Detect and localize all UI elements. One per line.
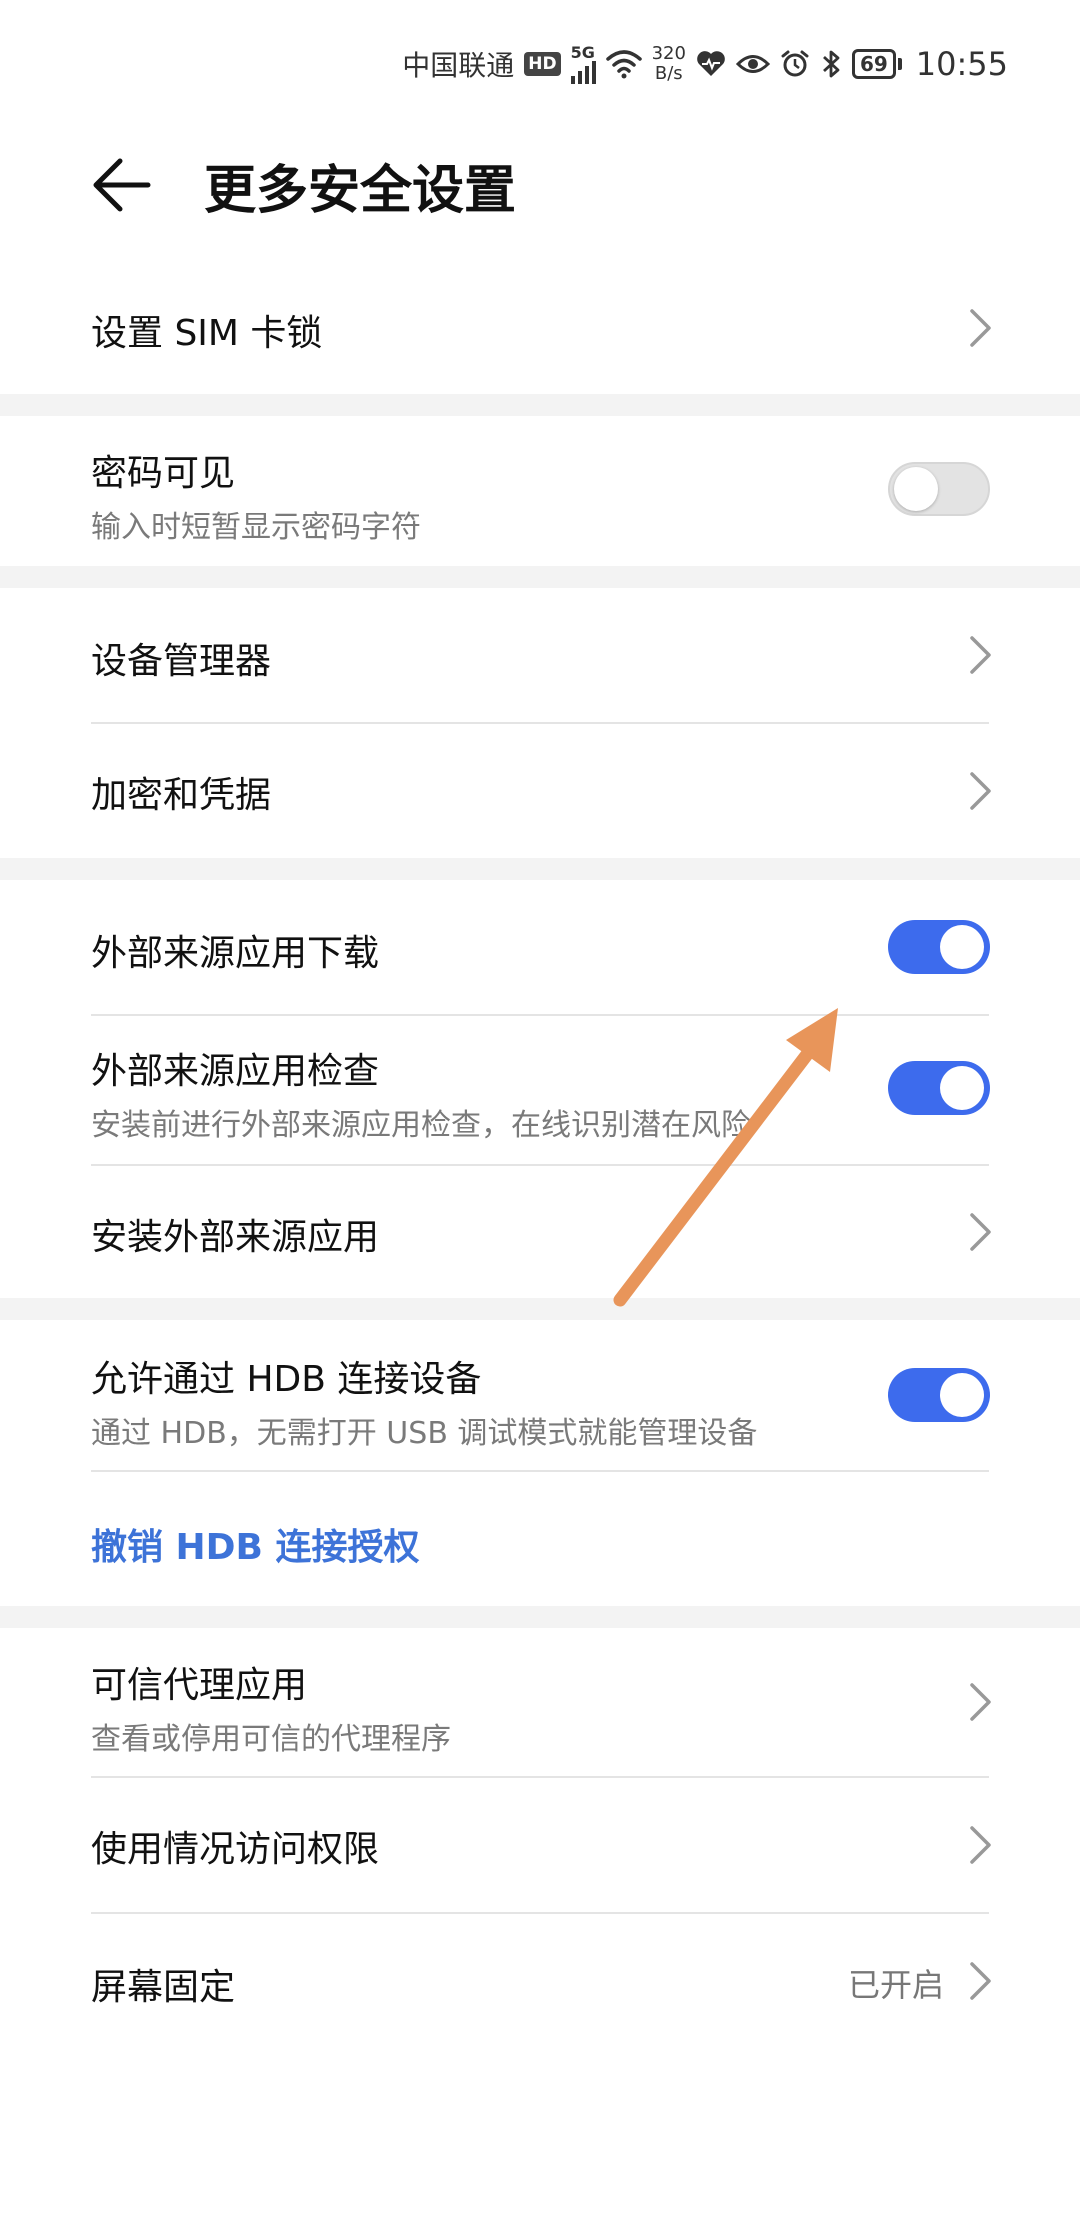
- status-bar: 中国联通 HD 5G 320 B/s 69 10:55: [0, 0, 1080, 120]
- alarm-icon: [781, 50, 809, 77]
- chevron-right-icon: [970, 309, 991, 347]
- network-speed-unit: B/s: [654, 63, 683, 84]
- network-speed-value: 320: [651, 43, 686, 64]
- page-title: 更多安全设置: [204, 161, 517, 221]
- revoke-hdb-link[interactable]: 撤销 HDB 连接授权: [91, 1518, 420, 1570]
- external-check-row[interactable]: 外部来源应用检查 安装前进行外部来源应用检查，在线识别潜在风险: [0, 1016, 1080, 1164]
- trust-agents-desc: 查看或停用可信的代理程序: [91, 1722, 451, 1757]
- external-check-label: 外部来源应用检查: [91, 1051, 380, 1092]
- password-visible-row[interactable]: 密码可见 输入时短暂显示密码字符: [0, 416, 1080, 566]
- chevron-right-icon: [970, 1962, 991, 2000]
- install-external-label: 安装外部来源应用: [91, 1217, 380, 1258]
- install-external-row[interactable]: 安装外部来源应用: [0, 1166, 1080, 1298]
- screen-pinning-label: 屏幕固定: [91, 1967, 236, 2008]
- group-separator: [0, 566, 1080, 588]
- trust-agents-label: 可信代理应用: [91, 1665, 308, 1706]
- encryption-label: 加密和凭据: [91, 775, 272, 816]
- chevron-right-icon: [970, 1826, 991, 1864]
- clock: 10:55: [915, 45, 1008, 83]
- external-download-label: 外部来源应用下载: [91, 933, 380, 974]
- back-arrow-icon: [93, 158, 151, 212]
- cellular-signal-icon: 5G: [570, 42, 596, 84]
- password-visible-label: 密码可见: [91, 453, 236, 494]
- battery-icon: 69: [851, 49, 902, 79]
- encryption-row[interactable]: 加密和凭据: [0, 724, 1080, 858]
- group-separator: [0, 1298, 1080, 1320]
- battery-level: 69: [851, 49, 896, 79]
- hdb-label: 允许通过 HDB 连接设备: [91, 1359, 482, 1400]
- trust-agents-row[interactable]: 可信代理应用 查看或停用可信的代理程序: [0, 1628, 1080, 1776]
- group-separator: [0, 1606, 1080, 1628]
- screen-pinning-status: 已开启: [847, 1966, 944, 2004]
- network-type-label: 5G: [570, 42, 595, 62]
- chevron-right-icon: [970, 1213, 991, 1251]
- wifi-icon: [605, 50, 642, 79]
- eye-icon: [735, 55, 770, 73]
- sim-lock-label: 设置 SIM 卡锁: [91, 313, 323, 354]
- screen-pinning-row[interactable]: 屏幕固定 已开启: [0, 1914, 1080, 2048]
- heart-rate-icon: [697, 51, 725, 76]
- group-separator: [0, 394, 1080, 416]
- chevron-right-icon: [970, 636, 991, 674]
- group-separator: [0, 858, 1080, 880]
- hdb-desc: 通过 HDB，无需打开 USB 调试模式就能管理设备: [91, 1416, 758, 1451]
- device-admin-label: 设备管理器: [91, 641, 272, 682]
- network-speed: 320 B/s: [652, 44, 686, 84]
- carrier-label: 中国联通: [402, 49, 515, 82]
- password-visible-toggle[interactable]: [888, 462, 990, 516]
- hdb-toggle[interactable]: [888, 1368, 990, 1422]
- hd-badge: HD: [524, 52, 561, 76]
- back-button[interactable]: [82, 145, 162, 225]
- chevron-right-icon: [970, 772, 991, 810]
- sim-lock-row[interactable]: 设置 SIM 卡锁: [0, 262, 1080, 394]
- external-download-row[interactable]: 外部来源应用下载: [0, 880, 1080, 1014]
- app-header: 更多安全设置: [0, 120, 1080, 250]
- external-check-toggle[interactable]: [888, 1061, 990, 1115]
- external-download-toggle[interactable]: [888, 920, 990, 974]
- device-admin-row[interactable]: 设备管理器: [0, 588, 1080, 722]
- revoke-hdb-row[interactable]: 撤销 HDB 连接授权: [0, 1472, 1080, 1606]
- hdb-row[interactable]: 允许通过 HDB 连接设备 通过 HDB，无需打开 USB 调试模式就能管理设备: [0, 1320, 1080, 1470]
- external-check-desc: 安装前进行外部来源应用检查，在线识别潜在风险: [91, 1108, 751, 1143]
- password-visible-desc: 输入时短暂显示密码字符: [91, 510, 421, 545]
- chevron-right-icon: [970, 1683, 991, 1721]
- bluetooth-icon: [822, 50, 840, 78]
- usage-access-row[interactable]: 使用情况访问权限: [0, 1778, 1080, 1912]
- usage-access-label: 使用情况访问权限: [91, 1829, 380, 1870]
